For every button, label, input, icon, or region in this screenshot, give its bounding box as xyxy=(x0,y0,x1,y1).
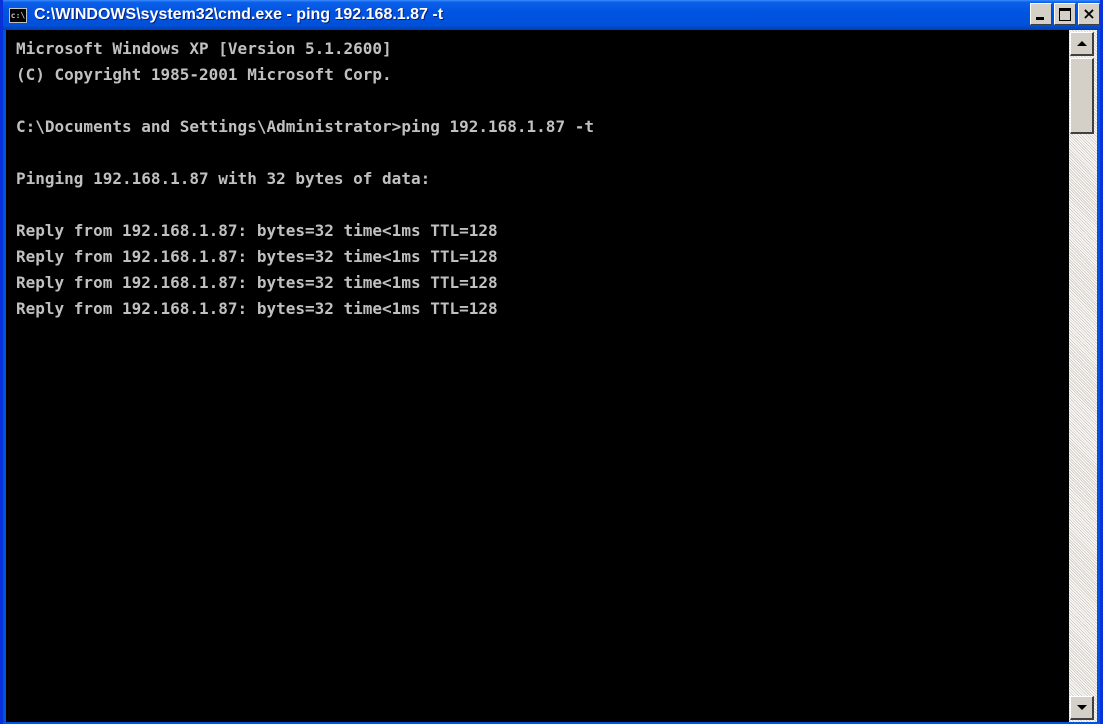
console-line: Reply from 192.168.1.87: bytes=32 time<1… xyxy=(16,221,498,240)
window-title: C:\WINDOWS\system32\cmd.exe - ping 192.1… xyxy=(34,6,444,23)
scroll-thumb[interactable] xyxy=(1070,58,1094,134)
console-line: (C) Copyright 1985-2001 Microsoft Corp. xyxy=(16,65,392,84)
console-line: Reply from 192.168.1.87: bytes=32 time<1… xyxy=(16,273,498,292)
minimize-button[interactable] xyxy=(1030,3,1052,25)
close-icon: × xyxy=(1082,4,1096,23)
scroll-down-button[interactable] xyxy=(1070,696,1094,720)
console-line: Reply from 192.168.1.87: bytes=32 time<1… xyxy=(16,299,498,318)
console-output[interactable]: Microsoft Windows XP [Version 5.1.2600] … xyxy=(6,30,1075,722)
console-line: Reply from 192.168.1.87: bytes=32 time<1… xyxy=(16,247,498,266)
console-line: Microsoft Windows XP [Version 5.1.2600] xyxy=(16,39,392,58)
console-text: Microsoft Windows XP [Version 5.1.2600] … xyxy=(16,36,594,322)
scroll-up-button[interactable] xyxy=(1070,32,1094,56)
cmd-window: c:\ C:\WINDOWS\system32\cmd.exe - ping 1… xyxy=(0,0,1103,724)
maximize-button[interactable] xyxy=(1054,3,1076,25)
title-bar[interactable]: c:\ C:\WINDOWS\system32\cmd.exe - ping 1… xyxy=(3,0,1100,30)
vertical-scrollbar[interactable] xyxy=(1069,30,1097,722)
close-button[interactable]: × xyxy=(1078,3,1100,25)
window-controls: × xyxy=(1030,3,1100,25)
console-line: C:\Documents and Settings\Administrator>… xyxy=(16,117,594,136)
console-line: Pinging 192.168.1.87 with 32 bytes of da… xyxy=(16,169,431,188)
cmd-console-icon[interactable]: c:\ xyxy=(9,7,27,23)
